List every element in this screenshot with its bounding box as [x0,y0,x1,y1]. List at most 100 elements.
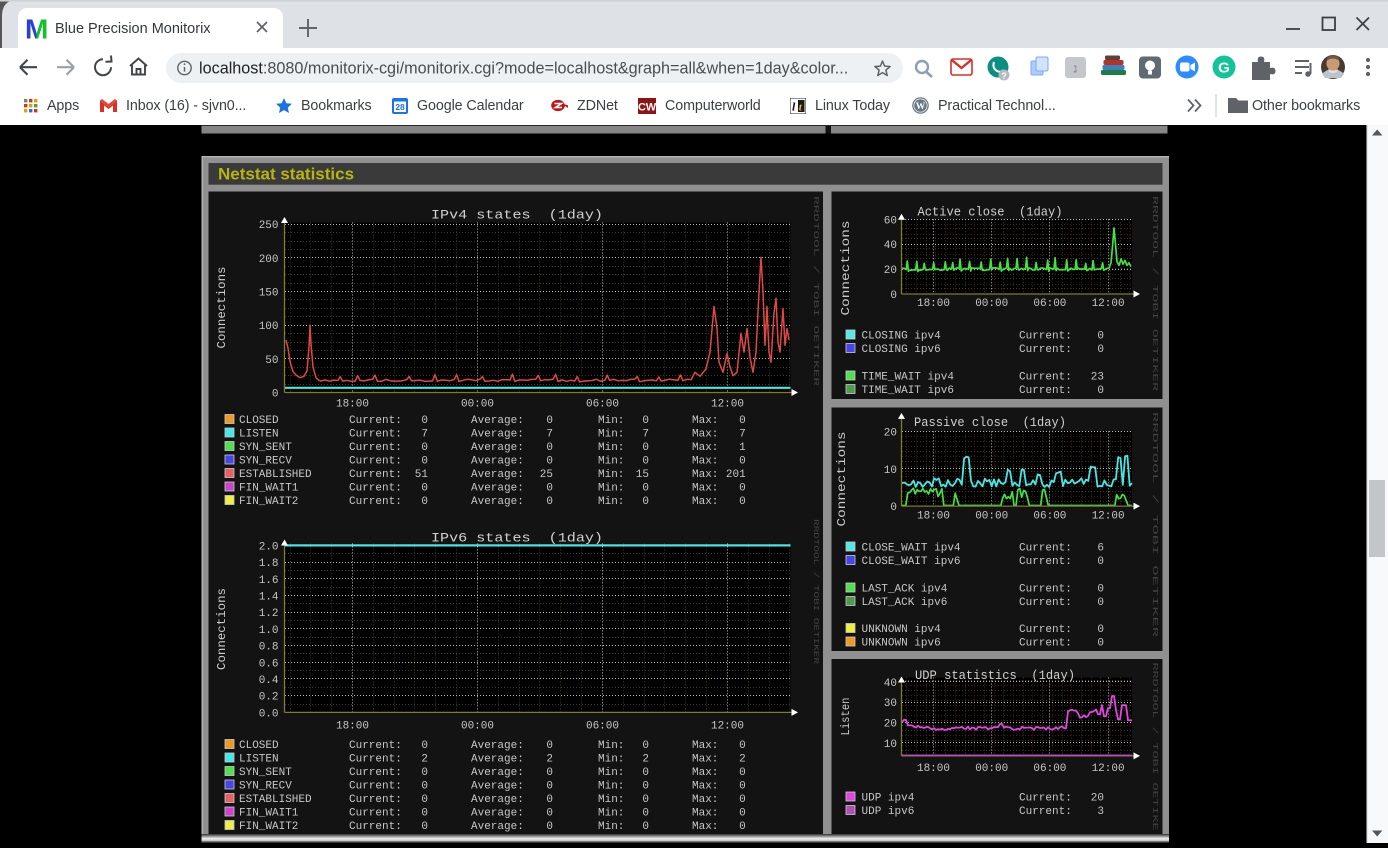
svg-text:Min:: Min: [598,496,624,508]
svg-text:0: 0 [546,415,553,427]
svg-text:7: 7 [739,429,746,441]
svg-text:1.4: 1.4 [259,592,279,604]
svg-text:Min:: Min: [598,781,624,793]
svg-text:7: 7 [421,429,428,441]
svg-text:Current:: Current: [349,808,402,820]
svg-text:M: M [25,14,48,45]
svg-text:20: 20 [1091,793,1104,805]
svg-text:201: 201 [726,469,746,481]
svg-text:0: 0 [421,496,428,508]
svg-text:Min:: Min: [598,442,624,454]
svg-text:RRDTOOL / TOBI OETIKER: RRDTOOL / TOBI OETIKER [1150,412,1158,638]
svg-text:25: 25 [540,469,553,481]
svg-text:IPv6 states (1day): IPv6 states (1day) [431,531,603,546]
svg-text:Max:: Max: [692,808,718,820]
svg-text:Min:: Min: [598,754,624,766]
svg-text:18:00: 18:00 [917,763,950,775]
svg-text:Min:: Min: [598,456,624,468]
svg-text:00:00: 00:00 [975,763,1008,775]
svg-text:Connections: Connections [215,267,229,349]
svg-text:UDP ipv4: UDP ipv4 [862,793,915,805]
svg-text:0: 0 [739,808,746,820]
svg-text:Current:: Current: [1019,624,1072,636]
svg-text:0: 0 [1097,638,1104,650]
svg-text:0: 0 [739,740,746,752]
svg-text:28: 28 [395,102,405,112]
svg-text:ESTABLISHED: ESTABLISHED [239,794,312,806]
svg-text:Average:: Average: [471,794,524,806]
svg-text:Blue Precision Monitorix: Blue Precision Monitorix [55,21,211,37]
svg-text:40: 40 [884,678,897,690]
svg-text:06:00: 06:00 [586,720,619,732]
svg-text:0: 0 [1097,344,1104,356]
svg-text:Netstat statistics: Netstat statistics [218,165,354,184]
svg-text:FIN_WAIT1: FIN_WAIT1 [239,808,299,820]
svg-text:0: 0 [421,821,428,833]
svg-text:2: 2 [642,754,649,766]
svg-text:CLOSING ipv6: CLOSING ipv6 [862,344,941,356]
svg-text:50: 50 [265,355,278,367]
svg-text:0: 0 [739,415,746,427]
svg-text:Average:: Average: [471,442,524,454]
svg-text:LISTEN: LISTEN [239,429,279,441]
svg-text:IPv4 states (1day): IPv4 states (1day) [431,208,603,223]
svg-text:Average:: Average: [471,456,524,468]
svg-text:Min:: Min: [598,469,624,481]
svg-text:0: 0 [642,808,649,820]
svg-text:RRDTOOL / TOBI OETIKE: RRDTOOL / TOBI OETIKE [1150,663,1158,832]
svg-text:12:00: 12:00 [1092,510,1125,522]
svg-text:0.0: 0.0 [259,708,279,720]
svg-text:SYN_RECV: SYN_RECV [239,781,292,793]
svg-text:0: 0 [421,740,428,752]
svg-text:0: 0 [642,781,649,793]
svg-text:00:00: 00:00 [975,510,1008,522]
svg-text:Current:: Current: [349,754,402,766]
svg-text:0: 0 [739,483,746,495]
svg-text:ESTABLISHED: ESTABLISHED [239,469,312,481]
svg-text:0: 0 [739,821,746,833]
svg-text:Max:: Max: [692,483,718,495]
svg-text:0: 0 [1097,385,1104,397]
svg-text:CLOSE_WAIT ipv6: CLOSE_WAIT ipv6 [862,556,961,568]
svg-text:0: 0 [642,483,649,495]
svg-text:Max:: Max: [692,767,718,779]
svg-text:UDP ipv6: UDP ipv6 [862,806,915,818]
svg-text:23: 23 [1091,372,1104,384]
svg-text:Max:: Max: [692,821,718,833]
svg-text:Listen: Listen [839,698,853,736]
svg-text:Max:: Max: [692,442,718,454]
svg-text:Current:: Current: [349,483,402,495]
svg-text:UDP statistics (1day): UDP statistics (1day) [915,668,1075,683]
svg-text:0: 0 [421,808,428,820]
svg-text:FIN_WAIT2: FIN_WAIT2 [239,821,298,833]
svg-text:FIN_WAIT2: FIN_WAIT2 [239,496,298,508]
svg-text:20: 20 [884,719,897,731]
svg-text:Average:: Average: [471,483,524,495]
svg-text:Average:: Average: [471,415,524,427]
svg-text:0.8: 0.8 [259,642,279,654]
svg-text:20: 20 [884,265,897,277]
svg-text:0.2: 0.2 [259,692,279,704]
svg-text:0: 0 [642,794,649,806]
svg-text:2.0: 2.0 [259,541,279,553]
svg-text:?: ? [1001,71,1007,81]
svg-text:6: 6 [1097,543,1104,555]
svg-text:0: 0 [546,496,553,508]
svg-text:נ: נ [1073,60,1077,75]
svg-text:1.0: 1.0 [259,625,279,637]
svg-text:Average:: Average: [471,754,524,766]
svg-text:Passive close (1day): Passive close (1day) [914,415,1066,430]
svg-text:Average:: Average: [471,821,524,833]
svg-text:Current:: Current: [1019,793,1072,805]
svg-text:Min:: Min: [598,415,624,427]
svg-text:0: 0 [546,794,553,806]
svg-text:18:00: 18:00 [336,720,369,732]
svg-text:0: 0 [546,781,553,793]
svg-text:G: G [1218,59,1230,76]
svg-text:40: 40 [884,240,897,252]
svg-text:0.6: 0.6 [259,658,279,670]
svg-text:W: W [916,102,926,112]
svg-text:UNKNOWN ipv4: UNKNOWN ipv4 [862,624,942,636]
svg-text:Average:: Average: [471,429,524,441]
svg-text:Min:: Min: [598,794,624,806]
